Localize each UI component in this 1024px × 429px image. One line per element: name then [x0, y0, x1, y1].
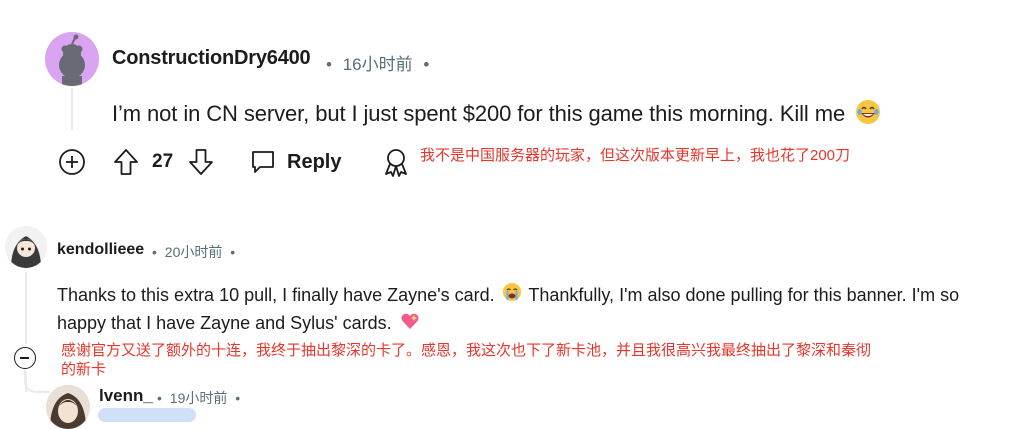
comment-bubble-icon[interactable] [248, 147, 278, 177]
reply-connector [24, 370, 50, 393]
translation-text: 感谢官方又送了额外的十连，我终于抽出黎深的卡了。感恩，我这次也下了新卡池，并且我… [61, 342, 872, 378]
separator-dot: • [423, 55, 430, 74]
comment-time: 16小时前 [342, 55, 413, 74]
comment-text-part1: Thanks to this extra 10 pull, I finally … [57, 285, 495, 305]
award-icon[interactable] [381, 146, 411, 178]
translation-text: 我不是中国服务器的玩家，但这次版本更新早上，我也花了200刀 [420, 147, 851, 164]
comment-author[interactable]: kendollieee [57, 241, 144, 259]
sparkling-heart-icon [400, 311, 420, 339]
reply-button[interactable]: Reply [287, 151, 341, 174]
user-flair-badge [98, 408, 196, 422]
downvote-arrow-icon[interactable] [186, 146, 216, 178]
crying-emoji-icon [502, 282, 522, 310]
collapse-minus-icon[interactable] [14, 347, 36, 369]
comment-body: I’m not in CN server, but I just spent $… [112, 99, 881, 131]
comment-text: I’m not in CN server, but I just spent $… [112, 100, 846, 126]
comment-author[interactable]: ConstructionDry6400 [112, 47, 311, 70]
comment-time: 19小时前 [169, 390, 228, 406]
avatar[interactable] [46, 385, 90, 429]
comment-meta: • 16小时前 • [326, 50, 429, 75]
separator-dot: • [157, 390, 162, 406]
separator-dot: • [326, 55, 332, 74]
upvote-arrow-icon[interactable] [111, 146, 141, 178]
comment-author[interactable]: lvenn_ [99, 386, 153, 406]
comment-meta: • 19小时前 • [157, 388, 240, 408]
avatar[interactable] [5, 226, 47, 268]
avatar-snoo[interactable] [45, 32, 99, 86]
thread-line-2 [25, 272, 27, 344]
comment-time: 20小时前 [164, 244, 223, 260]
comment-meta: • 20小时前 • [152, 242, 235, 262]
comment-body: Thanks to this extra 10 pull, I finally … [57, 282, 1007, 339]
vote-count: 27 [152, 151, 174, 172]
separator-dot: • [235, 390, 241, 406]
separator-dot: • [152, 244, 157, 260]
add-circle-icon[interactable] [57, 147, 87, 177]
separator-dot: • [230, 244, 236, 260]
laughing-emoji-icon [855, 99, 881, 131]
thread-line-1 [71, 88, 73, 130]
